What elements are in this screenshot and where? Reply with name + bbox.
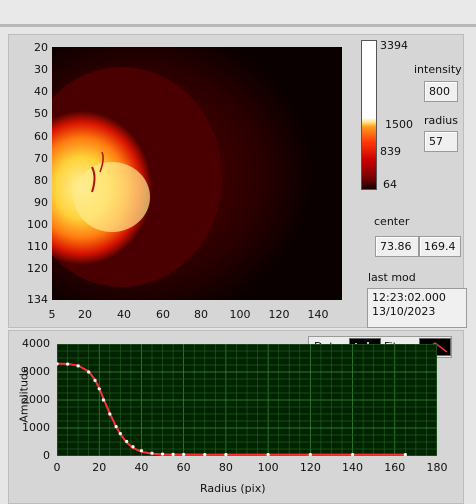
- data-point: [203, 453, 207, 457]
- scale-label: 839: [380, 145, 401, 158]
- lastmod-date: 13/10/2023: [372, 305, 436, 318]
- image-x-tick: 40: [117, 308, 131, 321]
- plot-y-tick: 2000: [22, 393, 50, 406]
- intensity-label: intensity: [414, 63, 462, 76]
- plot-x-tick: 180: [426, 461, 448, 474]
- image-y-tick: 80: [34, 174, 48, 187]
- data-point: [101, 398, 106, 402]
- image-y-tick: 70: [34, 152, 48, 165]
- plot-y-tick: 1000: [22, 421, 50, 434]
- center-x-field[interactable]: 73.86: [375, 236, 419, 257]
- data-point: [403, 453, 407, 457]
- data-point: [114, 425, 118, 429]
- center-label: center: [374, 215, 410, 228]
- plot-y-tick: 3000: [22, 365, 50, 378]
- data-point: [139, 449, 144, 453]
- data-point: [97, 387, 101, 391]
- data-point: [87, 370, 91, 374]
- center-y-field[interactable]: 169.4: [419, 236, 461, 257]
- image-y-tick: 50: [34, 107, 48, 120]
- image-x-tick: 140: [307, 308, 329, 321]
- radius-label: radius: [424, 114, 459, 127]
- plot-x-tick: 20: [92, 461, 107, 474]
- plot-x-axis-label: Radius (pix): [200, 482, 266, 495]
- lastmod-field: 12:23:02.000 13/10/2023: [367, 288, 467, 328]
- data-point: [266, 453, 270, 457]
- data-point: [118, 432, 122, 436]
- radius-field[interactable]: 57: [424, 131, 458, 152]
- plot-x-tick: 60: [176, 461, 191, 474]
- lastmod-label: last mod: [368, 271, 416, 284]
- plot-x-tick: 120: [299, 461, 321, 474]
- image-x-tick: 5: [48, 308, 56, 321]
- intensity-field[interactable]: 800: [424, 81, 458, 102]
- image-x-tick: 20: [78, 308, 92, 321]
- data-point: [350, 453, 355, 457]
- lastmod-time: 12:23:02.000: [372, 291, 446, 304]
- plot-x-tick: 100: [257, 461, 279, 474]
- data-point: [224, 453, 228, 457]
- data-point: [125, 439, 129, 444]
- intensity-image-display[interactable]: [22, 47, 342, 300]
- image-y-tick: 60: [34, 130, 48, 143]
- image-y-tick: 120: [27, 262, 48, 275]
- scale-min-label: 64: [383, 178, 397, 191]
- plot-y-tick: 4000: [22, 337, 50, 350]
- image-x-tick: 80: [194, 308, 208, 321]
- intensity-image: [22, 47, 342, 300]
- window-top-strip: [0, 0, 476, 27]
- scale-max-label: 3394: [380, 39, 408, 52]
- data-point: [308, 453, 312, 457]
- data-point: [150, 451, 154, 455]
- data-point: [160, 452, 165, 456]
- color-scale-bar[interactable]: [361, 40, 377, 190]
- image-y-tick: 30: [34, 63, 48, 76]
- data-point: [65, 362, 70, 366]
- plot-x-tick: 40: [134, 461, 149, 474]
- image-x-tick: 60: [156, 308, 170, 321]
- profile-plot[interactable]: [55, 343, 438, 457]
- image-y-tick: 90: [34, 196, 48, 209]
- plot-x-tick: 0: [53, 461, 61, 474]
- image-y-tick: 110: [27, 240, 48, 253]
- plot-x-tick: 80: [218, 461, 233, 474]
- profile-plot-svg: [55, 343, 438, 457]
- image-x-tick: 120: [268, 308, 290, 321]
- data-point: [131, 445, 135, 449]
- scale-label: 1500: [385, 118, 413, 131]
- image-y-tick: 134: [27, 293, 48, 306]
- data-point: [182, 452, 186, 457]
- fit-series-line: [56, 362, 406, 456]
- data-point: [76, 364, 80, 368]
- image-x-tick: 100: [229, 308, 251, 321]
- plot-x-tick: 140: [342, 461, 364, 474]
- data-point: [171, 452, 175, 456]
- image-y-tick: 20: [34, 41, 48, 54]
- image-y-tick: 100: [27, 218, 48, 231]
- plot-x-tick: 160: [384, 461, 406, 474]
- data-point: [93, 378, 97, 382]
- data-point: [108, 412, 112, 416]
- image-y-tick: 40: [34, 85, 48, 98]
